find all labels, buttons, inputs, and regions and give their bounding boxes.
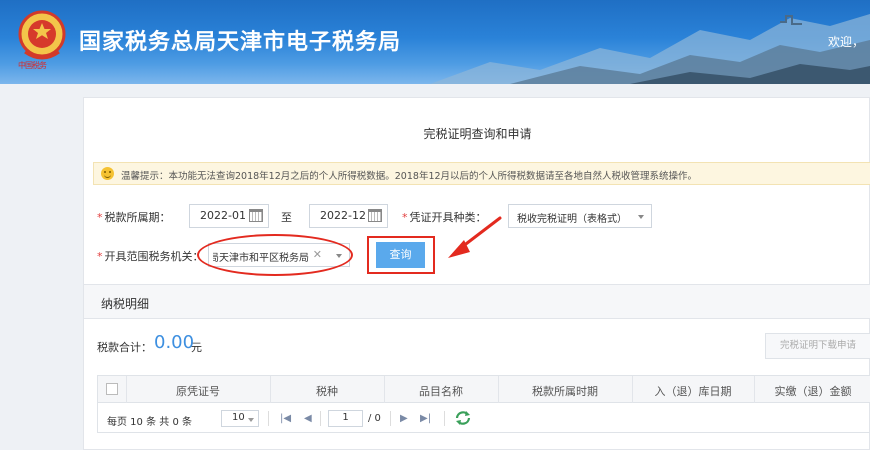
next-page-icon[interactable]: ▶ [400,413,408,424]
col-header[interactable]: 品目名称 [384,383,498,399]
last-page-icon[interactable]: ▶| [420,413,431,424]
total-unit: 元 [191,341,202,354]
cert-type-select[interactable]: 税收完税证明（表格式） [508,204,652,228]
table-header: 原凭证号 税种 品目名称 税款所属时期 入（退）库日期 实缴（退）金额 [98,376,870,403]
pagination-bar: 每页 10 条 共 0 条 10 |◀ ◀ 1 / 0 ▶ ▶| [98,404,870,434]
great-wall-banner-image [430,14,870,84]
annotation-arrow [448,216,502,258]
chevron-down-icon [248,418,254,422]
col-header[interactable]: 税款所属时期 [498,383,632,399]
refresh-icon[interactable] [454,409,472,427]
period-start-input[interactable]: 2022-01 [189,204,269,228]
period-separator: 至 [281,211,292,224]
query-button[interactable]: 查询 [376,242,425,268]
col-header[interactable]: 原凭证号 [126,383,270,399]
first-page-icon[interactable]: |◀ [280,413,291,424]
download-request-button[interactable]: 完税证明下载申请 [765,333,870,359]
highlight-ellipse [197,234,353,276]
calendar-icon[interactable] [249,209,263,222]
period-end-input[interactable]: 2022-12 [309,204,388,228]
prev-page-icon[interactable]: ◀ [304,413,312,424]
emblem-caption: 中国税务 [18,61,47,70]
tax-details-table: 原凭证号 税种 品目名称 税款所属时期 入（退）库日期 实缴（退）金额 每页 1… [97,375,870,433]
notice-text: 温馨提示：本功能无法查询2018年12月之后的个人所得税数据。2018年12月以… [121,171,698,182]
total-label: 税款合计： [97,341,152,354]
total-pages: / 0 [368,413,381,424]
col-header[interactable]: 实缴（退）金额 [754,383,870,399]
authority-label: * 开具范围税务机关： [97,250,204,263]
section-title: 纳税明细 [101,297,150,311]
select-all-checkbox[interactable] [106,383,118,395]
record-count: 每页 10 条 共 0 条 [107,417,192,428]
site-header: 中国税务 国家税务总局天津市电子税务局 欢迎， [0,0,870,84]
page-title: 完税证明查询和申请 [423,127,532,141]
details-section-header: 纳税明细 [84,284,870,319]
calendar-icon[interactable] [368,209,382,222]
notice-bar: 温馨提示：本功能无法查询2018年12月之后的个人所得税数据。2018年12月以… [93,162,870,185]
page-number-input[interactable]: 1 [328,410,363,427]
main-panel: 完税证明查询和申请 温馨提示：本功能无法查询2018年12月之后的个人所得税数据… [83,97,870,450]
chevron-down-icon [638,215,644,219]
page-size-select[interactable]: 10 [221,410,259,427]
col-header[interactable]: 税种 [270,383,384,399]
col-header[interactable]: 入（退）库日期 [632,383,754,399]
total-amount: 0.00 [154,332,195,353]
welcome-text: 欢迎， [828,35,865,49]
period-label: * 税款所属期： [97,211,171,224]
smile-icon [101,167,114,180]
site-title: 国家税务总局天津市电子税务局 [79,30,402,55]
